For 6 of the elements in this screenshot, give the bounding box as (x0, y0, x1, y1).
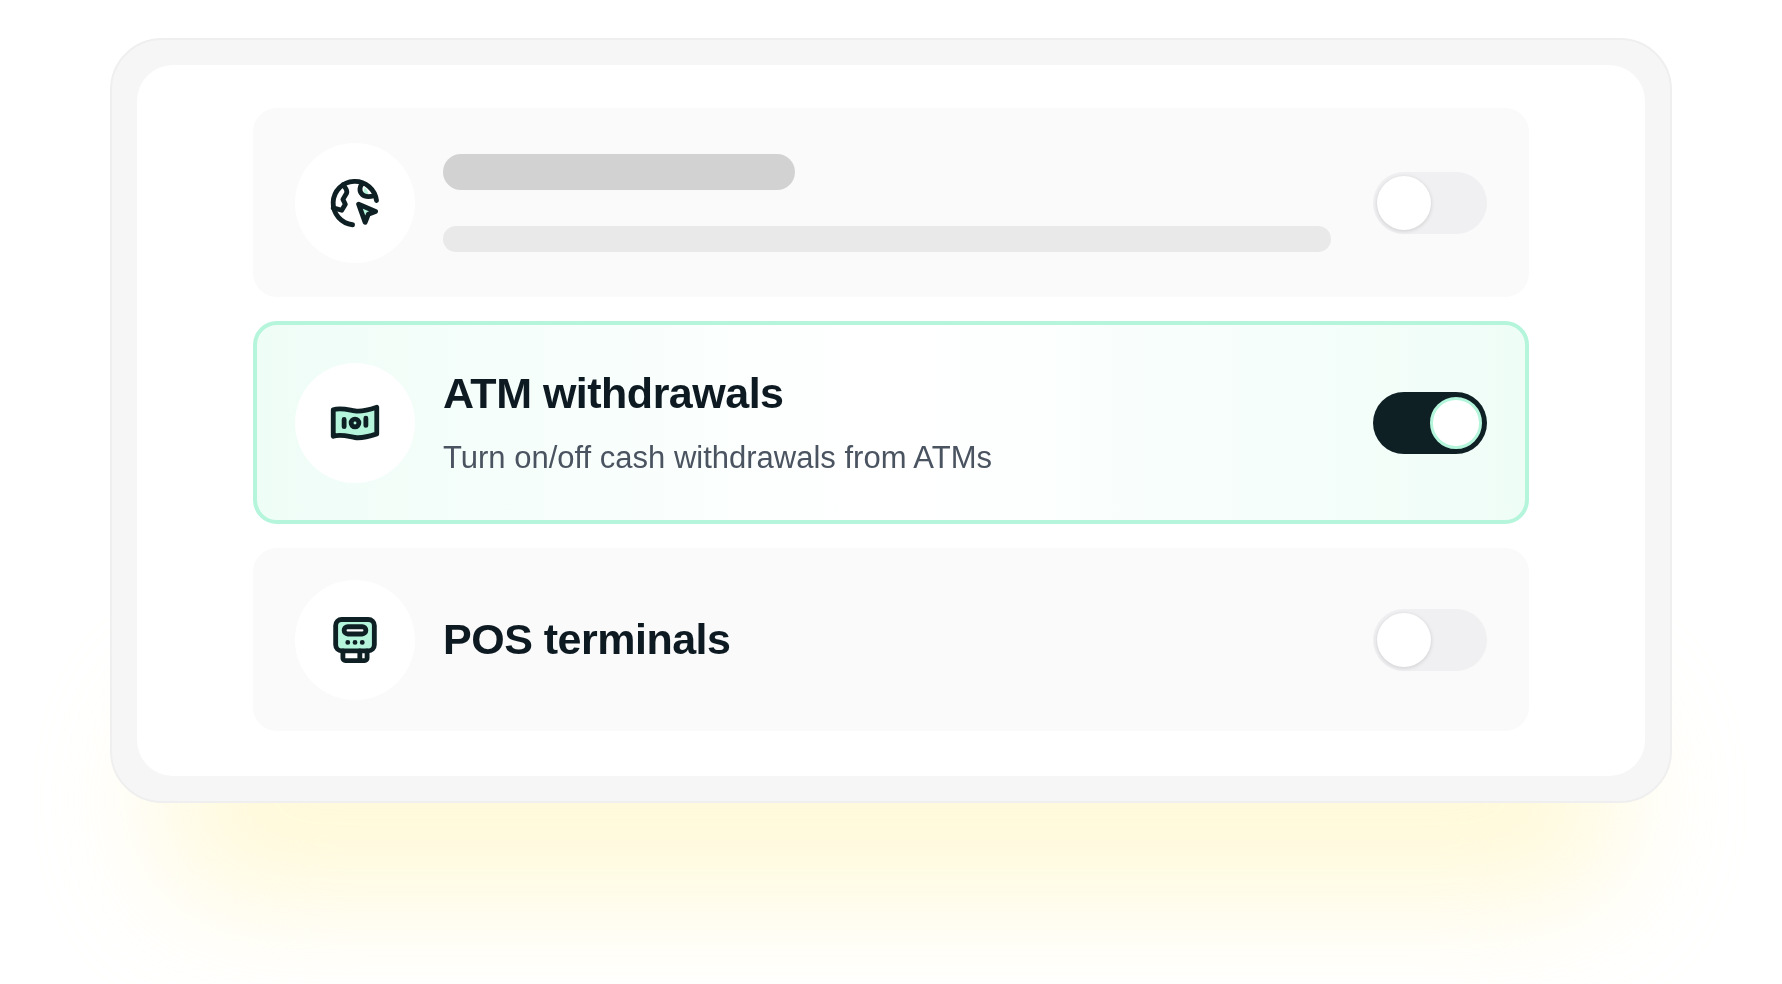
setting-title: POS terminals (443, 613, 732, 665)
setting-title: ATM withdrawals (443, 368, 785, 420)
setting-row[interactable]: ATM withdrawals Turn on/off cash withdrawals from ATMs (253, 321, 1529, 524)
setting-row[interactable] (253, 108, 1529, 297)
setting-description: Turn on/off cash withdrawals from ATMs (443, 439, 993, 477)
setting-row[interactable]: POS terminals (253, 548, 1529, 731)
